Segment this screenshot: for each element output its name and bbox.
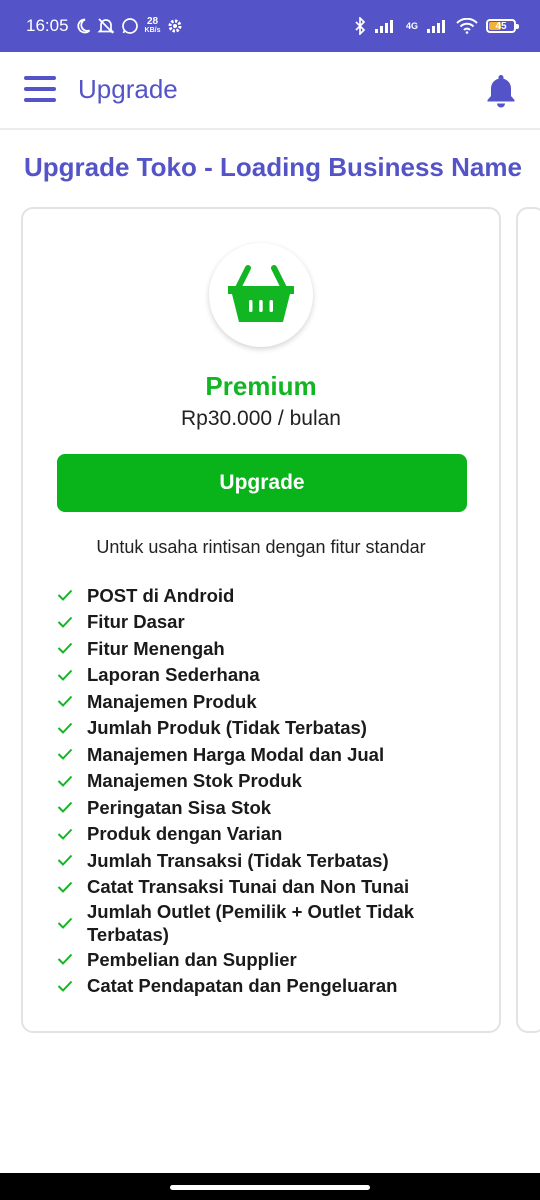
upgrade-button[interactable]: Upgrade xyxy=(57,454,467,512)
home-gesture-handle[interactable] xyxy=(170,1185,370,1190)
status-time: 16:05 xyxy=(26,16,69,35)
shopping-basket-icon xyxy=(209,243,313,347)
app-bar-title: Upgrade xyxy=(78,74,178,104)
plan-name: Premium xyxy=(205,371,317,401)
check-icon xyxy=(57,722,87,734)
feature-item: Fitur Dasar xyxy=(57,609,477,636)
wifi-icon xyxy=(456,18,478,34)
check-icon xyxy=(57,828,87,840)
plan-price: Rp30.000 / bulan xyxy=(181,407,341,430)
feature-item: Catat Transaksi Tunai dan Non Tunai xyxy=(57,874,477,901)
check-icon xyxy=(57,589,87,602)
plan-description: Untuk usaha rintisan dengan fitur standa… xyxy=(96,537,426,557)
check-icon xyxy=(57,616,87,628)
check-icon xyxy=(57,695,87,708)
whatsapp-icon xyxy=(121,17,139,35)
feature-item: Produk dengan Varian xyxy=(57,821,477,848)
check-icon xyxy=(57,801,87,814)
feature-item: POST di Android xyxy=(57,582,477,609)
status-bar: 16:05 28 KB/s 4G 45 xyxy=(0,0,540,52)
signal-4g-icon xyxy=(426,19,448,33)
page-title: Upgrade Toko - Loading Business Name xyxy=(24,152,522,182)
feature-item: Jumlah Outlet (Pemilik + Outlet Tidak Te… xyxy=(57,900,477,946)
check-icon xyxy=(57,917,87,929)
feature-list: POST di Android Fitur Dasar Fitur Meneng… xyxy=(57,582,477,999)
feature-item: Jumlah Transaksi (Tidak Terbatas) xyxy=(57,847,477,874)
feature-item: Pembelian dan Supplier xyxy=(57,946,477,973)
app-bar: Upgrade xyxy=(0,52,540,130)
hamburger-menu-icon[interactable] xyxy=(24,76,56,104)
feature-item: Manajemen Stok Produk xyxy=(57,768,477,795)
feature-item: Fitur Menengah xyxy=(57,635,477,662)
feature-item: Peringatan Sisa Stok xyxy=(57,794,477,821)
plan-card: Premium Rp30.000 / bulan Upgrade Untuk u… xyxy=(21,207,501,1033)
check-icon xyxy=(57,854,87,867)
check-icon xyxy=(57,642,87,655)
check-icon xyxy=(57,748,87,761)
feature-item: Jumlah Produk (Tidak Terbatas) xyxy=(57,715,477,742)
network-speed: 28 KB/s xyxy=(144,16,161,35)
feature-item: Manajemen Harga Modal dan Jual xyxy=(57,741,477,768)
check-icon xyxy=(57,953,87,966)
network-type: 4G xyxy=(405,21,418,31)
feature-item: Catat Pendapatan dan Pengeluaran xyxy=(57,973,477,1000)
signal-icon xyxy=(374,19,398,33)
bluetooth-icon xyxy=(354,17,366,35)
muted-bell-icon xyxy=(96,17,115,35)
check-icon xyxy=(57,881,87,893)
check-icon xyxy=(57,980,87,992)
battery-icon: 45 xyxy=(486,19,519,33)
check-icon xyxy=(57,775,87,787)
feature-item: Laporan Sederhana xyxy=(57,662,477,689)
check-icon xyxy=(57,669,87,681)
moon-icon xyxy=(75,18,91,34)
feature-item: Manajemen Produk xyxy=(57,688,477,715)
bell-icon[interactable] xyxy=(484,72,518,108)
next-plan-card-edge[interactable] xyxy=(516,207,540,1033)
settings-gear-icon xyxy=(167,18,183,34)
